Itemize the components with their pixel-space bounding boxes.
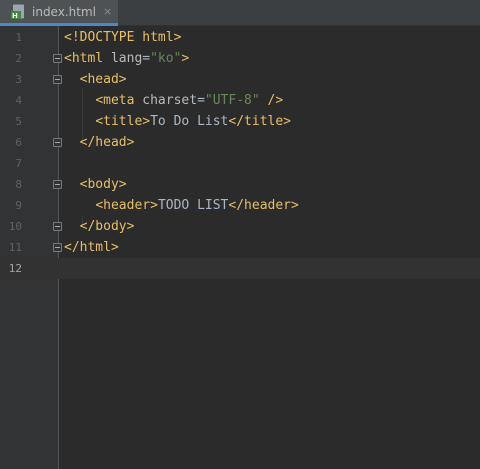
code-text: <title>To Do List</title>	[64, 111, 291, 132]
code-token: </body>	[79, 219, 135, 234]
line-number: 4	[15, 94, 22, 107]
line-number: 6	[15, 136, 22, 149]
line-number: 11	[8, 241, 22, 254]
code-line[interactable]: 3 <head>	[0, 69, 480, 90]
code-line[interactable]: 9 <header>TODO LIST</header>	[0, 195, 480, 216]
line-number: 7	[15, 157, 22, 170]
code-token: >	[181, 51, 190, 66]
line-number: 2	[15, 52, 22, 65]
code-token: />	[259, 93, 284, 108]
code-line[interactable]: 1 <!DOCTYPE html>	[0, 27, 480, 48]
code-token: </header>	[228, 198, 299, 213]
code-token: </title>	[228, 114, 292, 129]
code-token: charset	[142, 93, 198, 108]
code-token: <header>	[95, 198, 158, 213]
line-number: 8	[15, 178, 22, 191]
code-text: <body>	[64, 174, 127, 195]
code-token: To Do List	[150, 114, 229, 129]
code-text: <meta charset="UTF-8" />	[64, 90, 283, 111]
fold-toggle-icon[interactable]	[53, 54, 62, 63]
code-text: </head>	[64, 132, 135, 153]
line-number: 5	[15, 115, 22, 128]
code-line[interactable]: 4 <meta charset="UTF-8" />	[0, 90, 480, 111]
code-token: =	[142, 51, 151, 66]
fold-toggle-icon[interactable]	[53, 75, 62, 84]
code-token: <!DOCTYPE html>	[64, 30, 182, 45]
code-text: </body>	[64, 216, 135, 237]
code-token: TODO LIST	[157, 198, 229, 213]
code-editor[interactable]: 1 <!DOCTYPE html> 2 <html lang="ko"> 3 <head…	[0, 26, 480, 469]
line-number: 3	[15, 73, 22, 86]
code-line[interactable]: 11 </html>	[0, 237, 480, 258]
code-text: </html>	[64, 237, 119, 258]
code-token: <html	[64, 51, 111, 66]
code-token: </head>	[79, 135, 135, 150]
code-line[interactable]: 8 <body>	[0, 174, 480, 195]
fold-toggle-icon[interactable]	[53, 243, 62, 252]
code-line[interactable]: 10 </body>	[0, 216, 480, 237]
code-token: <head>	[79, 72, 127, 87]
code-token: lang	[110, 51, 143, 66]
code-line[interactable]: 6 </head>	[0, 132, 480, 153]
tab-index-html[interactable]: H index.html ×	[0, 0, 118, 26]
html-file-icon: H	[11, 4, 24, 20]
code-line[interactable]: 5 <title>To Do List</title>	[0, 111, 480, 132]
line-number: 9	[15, 199, 22, 212]
line-number: 12	[8, 262, 22, 275]
code-text: <head>	[64, 69, 127, 90]
code-text: <html lang="ko">	[64, 48, 189, 69]
editor-tab-bar: H index.html ×	[0, 0, 480, 26]
code-token: <meta	[95, 93, 143, 108]
code-token: </html>	[64, 240, 119, 255]
tab-filename: index.html	[32, 4, 96, 19]
code-line[interactable]: 7	[0, 153, 480, 174]
code-text: <header>TODO LIST</header>	[64, 195, 299, 216]
fold-toggle-icon[interactable]	[53, 222, 62, 231]
fold-toggle-icon[interactable]	[53, 138, 62, 147]
close-icon[interactable]: ×	[103, 5, 112, 18]
fold-toggle-icon[interactable]	[53, 180, 62, 189]
code-token: =	[197, 93, 205, 108]
code-text: <!DOCTYPE html>	[64, 27, 181, 48]
code-token: "ko"	[150, 51, 182, 66]
code-line[interactable]: 2 <html lang="ko">	[0, 48, 480, 69]
code-token: <body>	[79, 177, 127, 192]
line-number: 10	[8, 220, 22, 233]
svg-text:H: H	[12, 12, 18, 20]
code-token: "UTF-8"	[204, 93, 260, 108]
code-line[interactable]: 12	[0, 258, 480, 279]
line-number: 1	[15, 31, 22, 44]
code-token: <title>	[95, 114, 151, 129]
